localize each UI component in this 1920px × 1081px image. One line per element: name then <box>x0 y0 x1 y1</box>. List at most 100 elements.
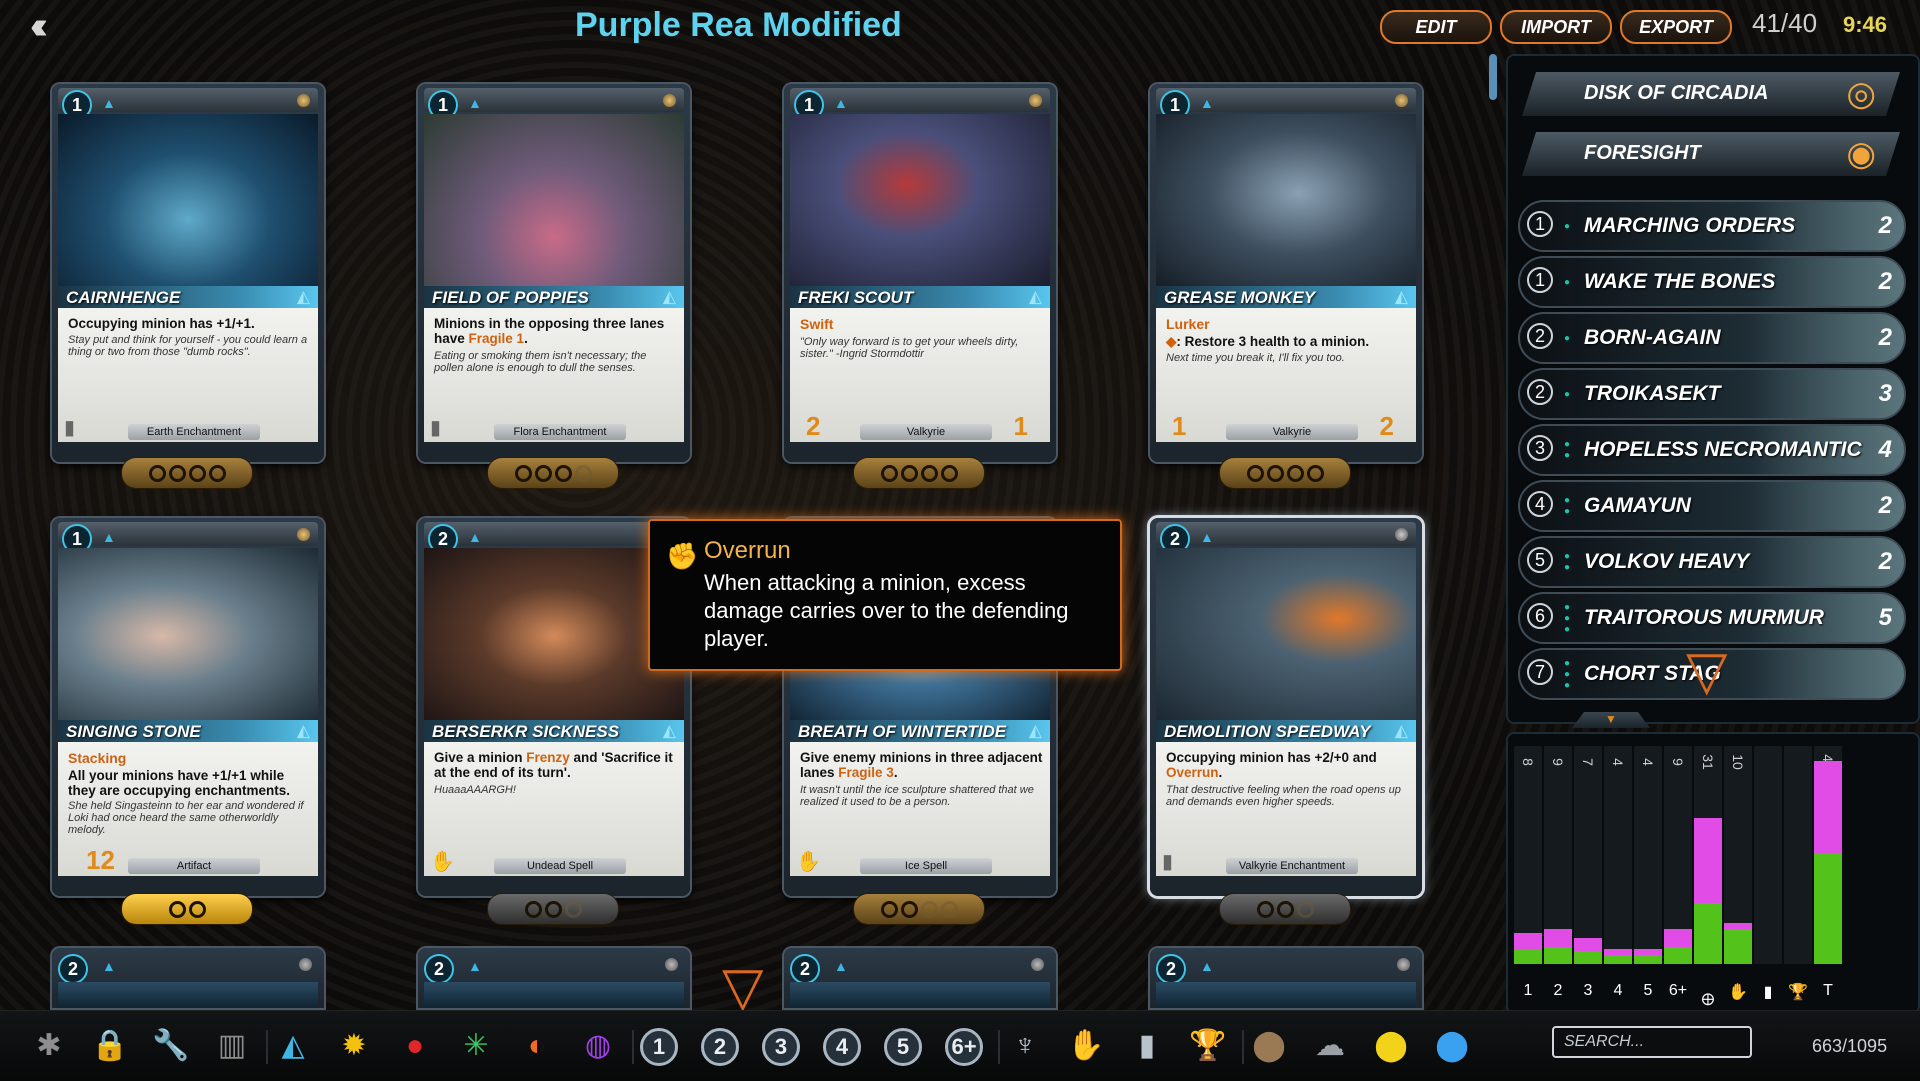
faction-gem-icon: ● <box>1564 333 1571 344</box>
mana-curve-panel: 819273444596+31🜨10✋▮🏆41T <box>1506 732 1920 1014</box>
cost-filter-6+[interactable]: 6+ <box>945 1028 983 1066</box>
decklist-row[interactable]: 2 ● BORN-AGAIN 2 <box>1518 312 1906 364</box>
decklist-qty: 4 <box>1878 436 1892 463</box>
card[interactable]: 1 ▲ SINGING STONE ◭ Stacking All your mini… <box>52 518 324 896</box>
search-input[interactable] <box>1552 1026 1752 1058</box>
top-bar: ‹‹‹ Purple Rea Modified EDIT IMPORT EXPO… <box>0 0 1920 52</box>
decklist-row[interactable]: 1 ● WAKE THE BONES 2 <box>1518 256 1906 308</box>
decklist-scroll-tab[interactable]: ▼ <box>1572 712 1650 728</box>
export-button[interactable]: EXPORT <box>1620 10 1732 44</box>
mana-column-count: 9 <box>1550 758 1566 766</box>
power-slot[interactable]: FORESIGHT ◉ <box>1522 132 1900 176</box>
card-art <box>58 114 318 290</box>
flame-faction-icon[interactable]: ◐ <box>518 1027 556 1065</box>
spell-icon[interactable]: ✋ <box>1067 1027 1105 1065</box>
copy-slot-icon <box>208 464 226 482</box>
mana-column-count: 4 <box>1610 758 1626 766</box>
crimson-faction-icon[interactable]: ● <box>396 1027 434 1065</box>
library-icon[interactable]: ▥ <box>213 1027 251 1065</box>
cost-filter-1[interactable]: 1 <box>640 1028 678 1066</box>
cost-filter-5[interactable]: 5 <box>884 1028 922 1066</box>
mana-column-label[interactable]: 4 <box>1604 982 1632 1000</box>
edit-button[interactable]: EDIT <box>1380 10 1492 44</box>
faction-icon: ▲ <box>834 95 848 111</box>
legendary-icon[interactable]: ⬤ <box>1433 1027 1471 1065</box>
decklist-cost: 6 <box>1527 603 1553 629</box>
card-selected[interactable]: 2 ▲ DEMOLITION SPEEDWAY ◭ Occupying minion… <box>1150 518 1422 896</box>
mana-column-label[interactable]: ▮ <box>1754 982 1782 1002</box>
import-button[interactable]: IMPORT <box>1500 10 1612 44</box>
card-type: Artifact <box>128 858 260 874</box>
card-rules: ◆: Restore 3 health to a minion. <box>1166 334 1410 349</box>
decklist-row[interactable]: 4 ● ● GAMAYUN 2 <box>1518 480 1906 532</box>
power-name: FORESIGHT <box>1584 142 1701 164</box>
card[interactable]: 1 ▲ FREKI SCOUT ◭ Swift "Only way forward … <box>784 84 1056 462</box>
card-cost: 2 <box>424 954 454 984</box>
copies-indicator <box>488 458 618 488</box>
faction-gem-icon: ● ● <box>1564 439 1571 461</box>
artifact-icon[interactable]: 🏆 <box>1189 1027 1227 1065</box>
mana-column-label[interactable]: T <box>1814 982 1842 1000</box>
card-peek[interactable]: 2 ▲ <box>784 948 1056 1008</box>
mana-column-label[interactable]: 1 <box>1514 982 1542 1000</box>
gear-faction-icon[interactable]: ✹ <box>335 1027 373 1065</box>
mana-column-label[interactable]: 5 <box>1634 982 1662 1000</box>
card-art <box>1156 114 1416 290</box>
card-grid-scrollbar[interactable] <box>1489 54 1497 100</box>
card-peek[interactable]: 2 ▲ <box>1150 948 1422 1008</box>
cost-filter-2[interactable]: 2 <box>701 1028 739 1066</box>
rare-icon[interactable]: ⬤ <box>1372 1027 1410 1065</box>
common-icon[interactable]: ⬤ <box>1250 1027 1288 1065</box>
decklist-scroll-down-icon[interactable]: ▽ <box>1686 644 1728 698</box>
mana-column-label[interactable]: ✋ <box>1724 982 1752 1002</box>
card-name: FREKI SCOUT <box>798 288 914 307</box>
mana-column-label[interactable]: 6+ <box>1664 982 1692 1000</box>
copy-slot-icon <box>534 464 552 482</box>
back-chevrons-icon[interactable]: ‹‹‹ <box>30 7 82 45</box>
rarity-icon <box>1031 958 1044 971</box>
card-name-bar: DEMOLITION SPEEDWAY ◭ <box>1156 720 1416 742</box>
void-faction-icon[interactable]: ◍ <box>579 1027 617 1065</box>
card-type: Valkyrie <box>860 424 992 440</box>
separator <box>266 1030 268 1064</box>
card-type: Earth Enchantment <box>128 424 260 440</box>
wrench-icon[interactable]: 🔧 <box>152 1027 190 1065</box>
card-attack: 12 <box>86 845 115 875</box>
card[interactable]: 1 ▲ FIELD OF POPPIES ◭ Minions in the oppo… <box>418 84 690 462</box>
card-peek[interactable]: 2 ▲ <box>52 948 324 1008</box>
gear-icon[interactable]: ✱ <box>30 1027 68 1065</box>
enchantment-icon[interactable]: ▮ <box>1128 1027 1166 1065</box>
uncommon-icon[interactable]: ☁ <box>1311 1027 1349 1065</box>
card-text-box: Minions in the opposing three lanes have… <box>424 308 684 442</box>
decklist-name: TRAITOROUS MURMUR <box>1584 606 1824 629</box>
cost-filter-4[interactable]: 4 <box>823 1028 861 1066</box>
minion-icon[interactable]: ♆ <box>1006 1027 1044 1065</box>
deck-title[interactable]: Purple Rea Modified <box>575 6 902 45</box>
faction-icon: ▲ <box>1200 958 1214 974</box>
card[interactable]: 1 ▲ GREASE MONKEY ◭ Lurker ◆: Restore 3 he… <box>1150 84 1422 462</box>
mana-column-count: 8 <box>1520 758 1536 766</box>
card[interactable]: 1 ▲ CAIRNHENGE ◭ Occupying minion has +1/+… <box>52 84 324 462</box>
triangle-faction-icon[interactable]: ◭ <box>274 1027 312 1065</box>
small-down-arrow-icon: ▼ <box>1605 712 1617 726</box>
decklist-row[interactable]: 5 ● ● VOLKOV HEAVY 2 <box>1518 536 1906 588</box>
card-type: Flora Enchantment <box>494 424 626 440</box>
decklist-row[interactable]: 2 ● TROIKASEKT 3 <box>1518 368 1906 420</box>
card-peek[interactable]: 2 ▲ <box>418 948 690 1008</box>
decklist-row[interactable]: 1 ● MARCHING ORDERS 2 <box>1518 200 1906 252</box>
mana-column-label[interactable]: 2 <box>1544 982 1572 1000</box>
scroll-down-arrow-icon[interactable]: ▽ <box>722 960 764 1014</box>
relic-slot[interactable]: DISK OF CIRCADIA ◎ <box>1522 72 1900 116</box>
mana-column-count: 7 <box>1580 758 1596 766</box>
mana-column-label[interactable]: 3 <box>1574 982 1602 1000</box>
decklist-row[interactable]: 3 ● ● HOPELESS NECROMANTIC 4 <box>1518 424 1906 476</box>
card-art <box>790 114 1050 290</box>
leaf-faction-icon[interactable]: ✳ <box>457 1027 495 1065</box>
lock-icon[interactable]: 🔒 <box>91 1027 129 1065</box>
faction-gem-icon: ● ● ● <box>1564 658 1571 691</box>
decklist-name: GAMAYUN <box>1584 494 1691 517</box>
copy-slot-icon <box>940 464 958 482</box>
cost-filter-3[interactable]: 3 <box>762 1028 800 1066</box>
mana-column-label[interactable]: 🏆 <box>1784 982 1812 1002</box>
decklist-row[interactable]: 6 ● ● ● TRAITOROUS MURMUR 5 <box>1518 592 1906 644</box>
